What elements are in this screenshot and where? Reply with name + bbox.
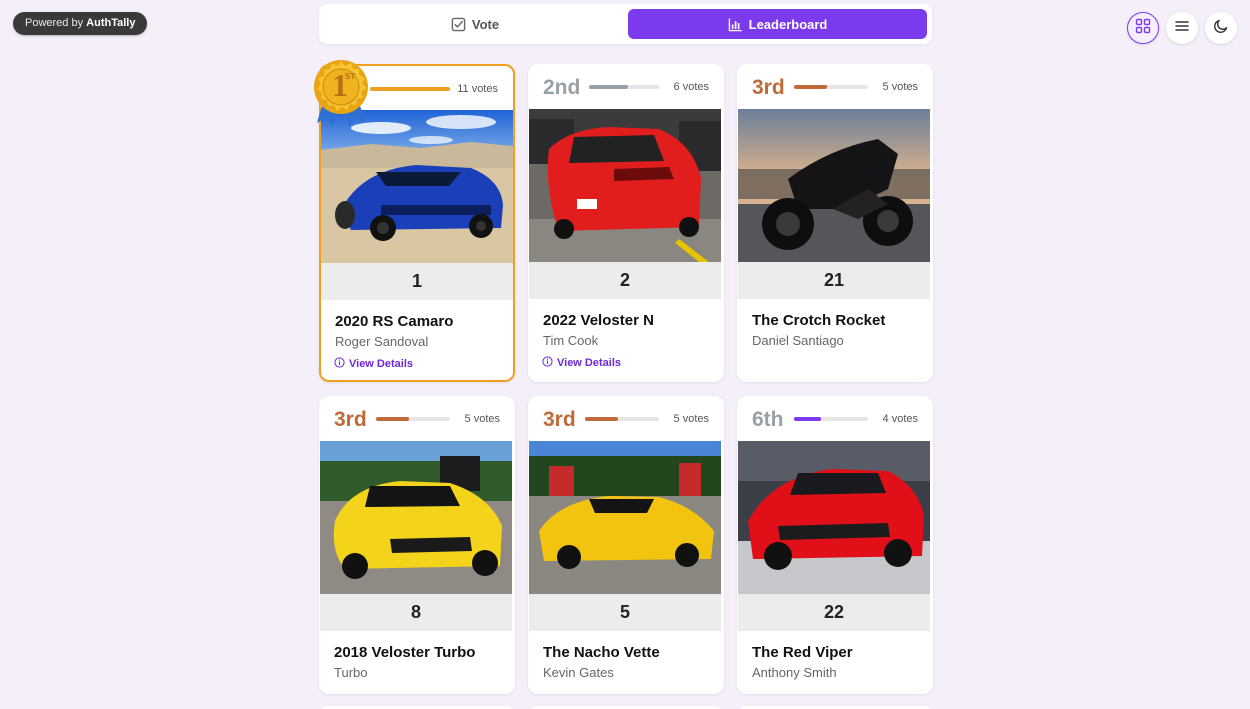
vote-progress-bar: [589, 85, 659, 89]
rank-label: 3rd: [334, 408, 367, 431]
tab-vote-label: Vote: [471, 16, 500, 32]
rank-label: 2nd: [543, 76, 581, 99]
card-header: 3rd 5 votes: [737, 64, 933, 110]
view-details-label: View Details: [557, 357, 621, 369]
entry-owner: Kevin Gates: [543, 665, 614, 680]
card-header: 3rd 5 votes: [528, 396, 724, 442]
vote-count: 5 votes: [882, 81, 918, 93]
entry-owner: Turbo: [334, 665, 368, 680]
vote-progress-bar: [794, 85, 868, 89]
vote-count: 11 votes: [457, 83, 498, 95]
checkbox-icon: [451, 17, 466, 32]
vote-progress-bar: [376, 417, 450, 421]
tab-leaderboard[interactable]: Leaderboard: [628, 9, 927, 39]
grid-view-button[interactable]: [1127, 12, 1159, 44]
view-tab-bar: Vote Leaderboard: [319, 4, 932, 44]
car-photo[interactable]: [529, 109, 721, 262]
view-details-link[interactable]: View Details: [542, 356, 621, 370]
first-place-medal-icon: 1 ST: [311, 57, 371, 134]
entry-number: 5: [529, 594, 721, 631]
entry-card[interactable]: 3rd 5 votes 8 2018 Veloster Turbo Turbo: [319, 396, 515, 694]
vote-count: 6 votes: [673, 81, 709, 93]
entry-title: The Crotch Rocket: [752, 312, 886, 329]
entry-owner: Daniel Santiago: [752, 333, 844, 348]
vote-count: 4 votes: [882, 413, 918, 425]
entry-card[interactable]: 3rd 5 votes 21 The Crotch Rocket Daniel …: [737, 64, 933, 382]
powered-by-badge[interactable]: Powered by AuthTally: [13, 12, 148, 35]
card-header: 3rd 5 votes: [319, 396, 515, 442]
card-header: 6th 4 votes: [737, 396, 933, 442]
car-photo[interactable]: [320, 441, 512, 594]
entry-owner: Anthony Smith: [752, 665, 837, 680]
vote-progress-bar: [585, 417, 659, 421]
tab-leaderboard-label: Leaderboard: [748, 16, 828, 32]
dark-mode-toggle[interactable]: [1205, 12, 1237, 44]
entry-number: 21: [738, 262, 930, 299]
entry-owner: Roger Sandoval: [335, 334, 429, 349]
medal-suffix: ST: [345, 72, 356, 81]
list-view-button[interactable]: [1166, 12, 1198, 44]
rank-label: 3rd: [752, 76, 785, 99]
info-icon: [542, 356, 553, 370]
powered-by-prefix: Powered by: [25, 17, 84, 29]
view-details-link[interactable]: View Details: [334, 357, 413, 371]
card-header: 2nd 6 votes: [528, 64, 724, 110]
entry-title: The Nacho Vette: [543, 644, 660, 661]
entry-number: 1: [321, 263, 513, 300]
moon-icon: [1213, 18, 1229, 39]
powered-by-brand: AuthTally: [86, 17, 136, 29]
tab-vote[interactable]: Vote: [325, 9, 625, 39]
view-details-label: View Details: [349, 358, 413, 370]
entry-number: 2: [529, 262, 721, 299]
vote-progress-bar: [794, 417, 868, 421]
entry-title: The Red Viper: [752, 644, 853, 661]
entry-card[interactable]: 6th 4 votes 22 The Red Viper Anthony Smi…: [737, 396, 933, 694]
entry-title: 2022 Veloster N: [543, 312, 654, 329]
entry-title: 2020 RS Camaro: [335, 313, 454, 330]
entry-card[interactable]: 2nd 6 votes 2 2022 Veloster N Tim Cook V…: [528, 64, 724, 382]
menu-icon: [1174, 18, 1190, 39]
car-photo[interactable]: [738, 441, 930, 594]
entry-number: 8: [320, 594, 512, 631]
rank-label: 3rd: [543, 408, 576, 431]
rank-label: 6th: [752, 408, 784, 431]
grid-icon: [1135, 18, 1151, 39]
vote-progress-bar: [370, 87, 450, 91]
entry-title: 2018 Veloster Turbo: [334, 644, 476, 661]
vote-count: 5 votes: [673, 413, 709, 425]
car-photo[interactable]: [529, 441, 721, 594]
bar-chart-icon: [728, 17, 743, 32]
info-icon: [334, 357, 345, 371]
entry-card[interactable]: 3rd 5 votes 5 The Nacho Vette Kevin Gate…: [528, 396, 724, 694]
entry-number: 22: [738, 594, 930, 631]
vote-count: 5 votes: [464, 413, 500, 425]
motorcycle-photo[interactable]: [738, 109, 930, 262]
entry-owner: Tim Cook: [543, 333, 599, 348]
